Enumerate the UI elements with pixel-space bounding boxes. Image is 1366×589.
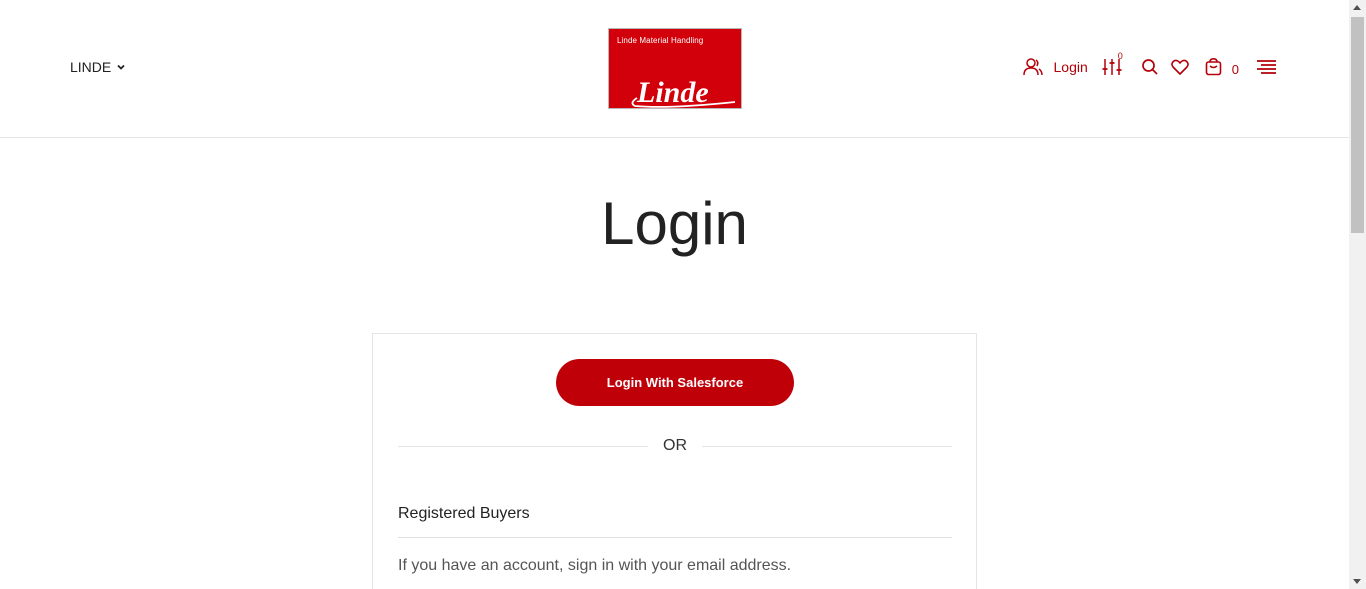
page-title: Login: [601, 190, 748, 257]
or-divider: OR: [398, 436, 952, 456]
logo-wordmark: Linde: [636, 76, 709, 109]
login-card: Login With Salesforce OR Registered Buye…: [372, 333, 977, 589]
chevron-down-icon: [117, 64, 125, 70]
menu-button[interactable]: [1256, 59, 1277, 75]
compare-count-badge: 0: [1117, 51, 1123, 61]
cart-button[interactable]: 0: [1205, 58, 1239, 77]
logo-wordmark-graphic: Linde: [631, 76, 736, 109]
vertical-scrollbar[interactable]: [1349, 0, 1366, 589]
section-divider: [398, 537, 952, 538]
scroll-down-arrow-icon[interactable]: [1353, 579, 1361, 584]
search-icon: [1141, 59, 1158, 75]
registered-buyers-description: If you have an account, sign in with you…: [398, 557, 792, 574]
registered-buyers-heading: Registered Buyers: [398, 505, 530, 522]
cart-count: 0: [1231, 61, 1239, 77]
header-actions: Login 0 0: [1022, 51, 1278, 79]
scrollbar-thumb[interactable]: [1351, 17, 1364, 233]
login-with-salesforce-button[interactable]: Login With Salesforce: [556, 359, 794, 406]
site-header: LINDE Linde Material Handling Linde Logi…: [0, 0, 1349, 138]
compare-button[interactable]: 0: [1102, 51, 1123, 77]
user-icon: [1022, 58, 1043, 76]
brand-selector[interactable]: LINDE: [70, 59, 126, 75]
account-link[interactable]: Login: [1022, 57, 1088, 77]
search-button[interactable]: [1141, 58, 1159, 76]
wishlist-button[interactable]: [1170, 59, 1189, 76]
login-link-label: Login: [1053, 59, 1088, 75]
menu-icon: [1257, 60, 1276, 74]
linde-logo[interactable]: Linde Material Handling Linde: [608, 28, 742, 109]
cart-icon: [1205, 58, 1222, 76]
heart-icon: [1170, 59, 1189, 75]
scroll-up-arrow-icon[interactable]: [1353, 5, 1361, 10]
brand-selector-label: LINDE: [70, 59, 112, 75]
divider-line-right: [702, 446, 952, 447]
